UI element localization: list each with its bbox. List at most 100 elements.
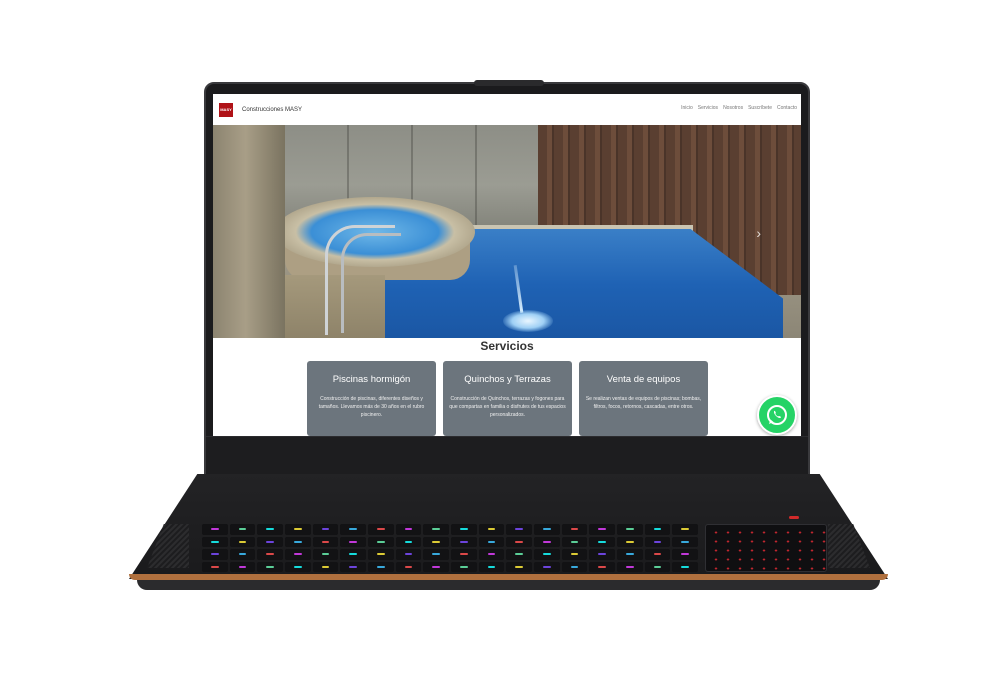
keyboard-key	[423, 536, 449, 547]
stone-column	[213, 125, 285, 338]
card-title: Quinchos y Terrazas	[464, 374, 551, 385]
keyboard-key	[644, 536, 671, 547]
keyboard-key	[478, 561, 505, 572]
keyboard-key	[561, 524, 588, 535]
keyboard-key	[506, 536, 532, 547]
hero-carousel: ›	[213, 125, 801, 338]
keyboard-key	[367, 561, 394, 572]
keyboard-key	[478, 536, 505, 547]
keyboard-key	[478, 549, 505, 560]
keyboard-key	[202, 536, 228, 547]
keyboard-key	[616, 561, 643, 572]
chevron-right-icon[interactable]: ›	[756, 225, 761, 241]
keyboard-key	[229, 524, 256, 535]
keyboard-key	[423, 524, 449, 535]
keyboard-key	[229, 561, 256, 572]
keyboard-key	[616, 524, 643, 535]
keyboard-key	[395, 524, 422, 535]
rgb-keyboard	[202, 524, 698, 572]
whatsapp-icon	[767, 405, 787, 425]
camera-notch	[474, 80, 544, 86]
keyboard-key	[561, 561, 588, 572]
keyboard-key	[312, 536, 339, 547]
keyboard-key	[561, 536, 588, 547]
keyboard-key	[450, 549, 477, 560]
keyboard-key	[367, 536, 394, 547]
keyboard-key	[312, 561, 339, 572]
keyboard-key	[284, 561, 311, 572]
brand-name[interactable]: Construcciones MASY	[242, 107, 302, 113]
keyboard-key	[644, 549, 671, 560]
keyboard-key	[367, 549, 394, 560]
service-card-equipos[interactable]: Venta de equipos Se realizan ventas de e…	[579, 361, 708, 436]
water-splash	[503, 310, 553, 332]
keyboard-key	[644, 561, 671, 572]
service-card-quinchos[interactable]: Quinchos y Terrazas Construcción de Quin…	[443, 361, 572, 436]
pool-ladder-rail	[341, 233, 401, 333]
keyboard-key	[257, 536, 283, 547]
keyboard-key	[616, 536, 643, 547]
card-text: Se realizan ventas de equipos de piscina…	[585, 396, 702, 410]
keyboard-key	[672, 549, 698, 560]
brand-logo[interactable]: MASY	[219, 102, 233, 117]
keyboard-key	[478, 524, 505, 535]
services-title: Servicios	[480, 339, 534, 353]
nav-link-inicio[interactable]: Inicio	[681, 105, 693, 111]
keyboard-key	[395, 561, 422, 572]
keyboard-key	[257, 524, 283, 535]
keyboard-key	[395, 536, 422, 547]
keyboard-key	[423, 561, 449, 572]
nav-links: Inicio Servicios Nosotros Suscríbete Con…	[681, 105, 797, 111]
keyboard-key	[533, 536, 560, 547]
laptop-base	[129, 474, 888, 594]
keyboard-key	[450, 536, 477, 547]
keyboard-key	[312, 524, 339, 535]
keyboard-key	[229, 536, 256, 547]
keyboard-key	[202, 524, 228, 535]
laptop-underside	[137, 580, 880, 590]
navbar: MASY Construcciones MASY Inicio Servicio…	[213, 94, 801, 125]
card-title: Piscinas hormigón	[332, 374, 411, 385]
nav-link-nosotros[interactable]: Nosotros	[723, 105, 743, 111]
keyboard-key	[672, 536, 698, 547]
nav-link-contacto[interactable]: Contacto	[777, 105, 797, 111]
keyboard-key	[672, 561, 698, 572]
keyboard-key	[450, 561, 477, 572]
keyboard-key	[506, 561, 532, 572]
keyboard-key	[533, 524, 560, 535]
keyboard-key	[202, 549, 228, 560]
laptop-mockup: MASY Construcciones MASY Inicio Servicio…	[0, 0, 1002, 682]
nav-link-servicios[interactable]: Servicios	[698, 105, 718, 111]
card-text: Construcción de Quinchos, terrazas y fog…	[449, 396, 566, 418]
status-led	[789, 516, 799, 519]
keyboard-key	[506, 549, 532, 560]
keyboard-key	[340, 536, 366, 547]
logo-text: MASY	[220, 106, 232, 112]
keyboard-key	[423, 549, 449, 560]
keyboard-key	[340, 549, 366, 560]
keyboard-key	[589, 536, 615, 547]
service-card-piscinas[interactable]: Piscinas hormigón Construcción de piscin…	[307, 361, 436, 436]
keyboard-key	[229, 549, 256, 560]
keyboard-key	[533, 561, 560, 572]
services-section: Servicios Piscinas hormigón Construcción…	[213, 338, 801, 436]
keyboard-key	[533, 549, 560, 560]
nav-link-suscribete[interactable]: Suscríbete	[748, 105, 772, 111]
card-text: Construcción de piscinas, diferentes dis…	[318, 396, 425, 418]
keyboard-key	[644, 524, 671, 535]
keyboard-key	[284, 549, 311, 560]
keyboard-key	[202, 561, 228, 572]
keyboard-key	[672, 524, 698, 535]
keyboard-key	[257, 561, 283, 572]
keyboard-key	[395, 549, 422, 560]
keyboard-key	[506, 524, 532, 535]
keyboard-key	[589, 561, 615, 572]
keyboard-key	[340, 561, 366, 572]
keyboard-key	[312, 549, 339, 560]
keyboard-key	[589, 524, 615, 535]
touchpad	[705, 524, 827, 572]
keyboard-key	[367, 524, 394, 535]
whatsapp-button[interactable]	[757, 395, 797, 435]
keyboard-key	[450, 524, 477, 535]
keyboard-key	[284, 536, 311, 547]
